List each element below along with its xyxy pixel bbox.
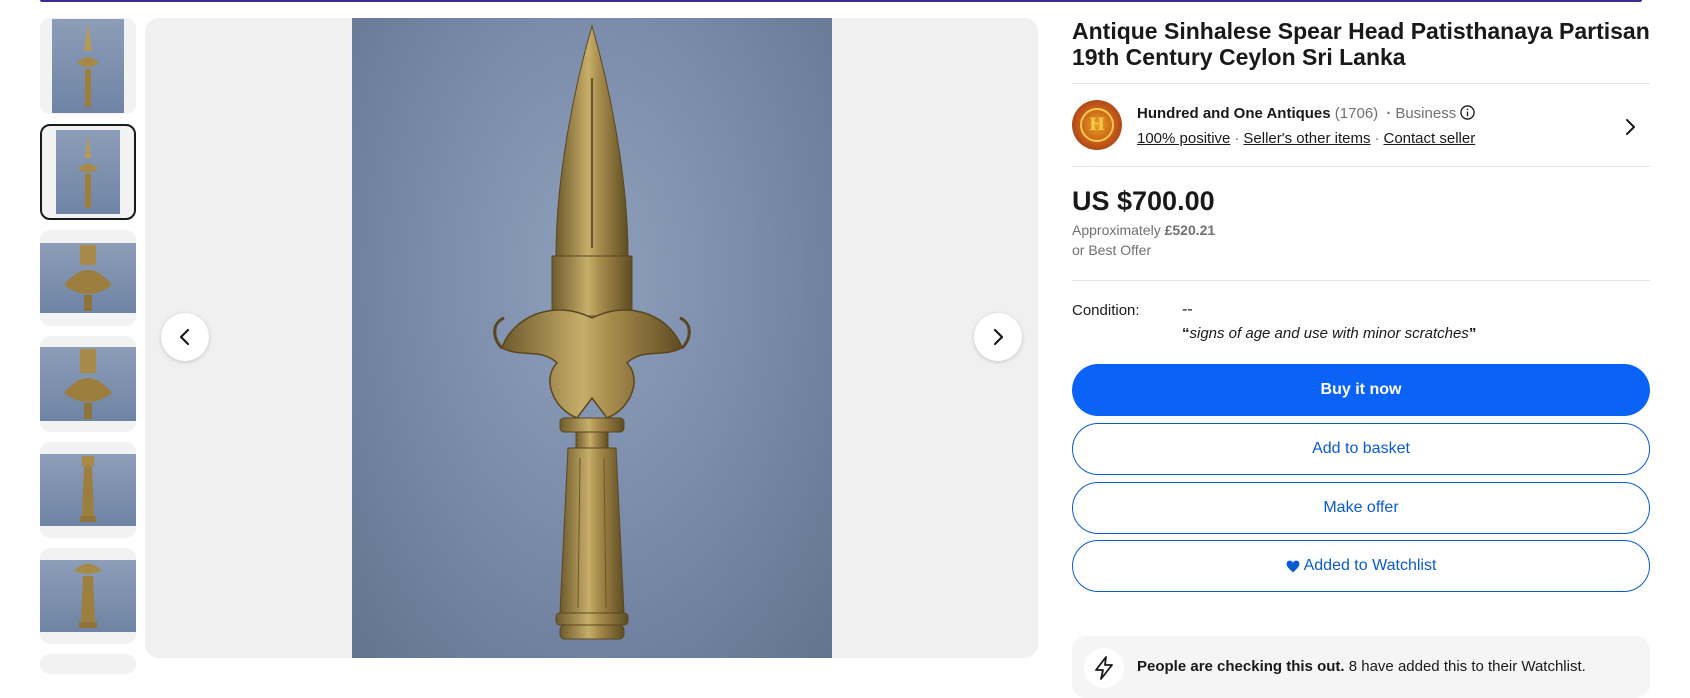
condition-label: Condition: [1072, 302, 1140, 319]
separator-dot: · [1374, 130, 1380, 147]
main-product-image [352, 18, 832, 658]
approx-label: Approximately [1072, 222, 1161, 238]
divider [1072, 166, 1650, 167]
buy-it-now-button[interactable]: Buy it now [1072, 364, 1650, 416]
watchlist-label: Added to Watchlist [1303, 557, 1437, 574]
separator-dot: · [1234, 130, 1240, 147]
seller-avatar-letter: H [1080, 108, 1114, 142]
condition-quote: “signs of age and use with minor scratch… [1182, 325, 1476, 342]
seller-feedback-count: (1706) [1334, 105, 1379, 122]
make-offer-button[interactable]: Make offer [1072, 482, 1650, 534]
open-quote: “ [1182, 325, 1190, 342]
spear-thumb-image [80, 456, 96, 522]
spear-thumb-image [77, 23, 99, 107]
close-quote: ” [1468, 325, 1477, 342]
contact-seller-link[interactable]: Contact seller [1383, 130, 1475, 147]
add-to-basket-button[interactable]: Add to basket [1072, 423, 1650, 475]
seller-name-line: Hundred and One Antiques (1706) · Busines… [1137, 105, 1476, 122]
main-image-viewer[interactable] [145, 18, 1038, 658]
chevron-left-icon [179, 328, 190, 346]
seller-type: Business [1395, 105, 1457, 122]
divider [1072, 280, 1650, 281]
thumbnail-5[interactable] [40, 442, 136, 538]
alert-icon-circle [1084, 648, 1124, 688]
thumbnail-2[interactable] [40, 124, 136, 220]
lightning-icon [1095, 656, 1113, 680]
activity-alert: People are checking this out. 8 have add… [1072, 636, 1650, 698]
thumbnail-1[interactable] [40, 18, 136, 114]
info-icon[interactable] [1460, 105, 1476, 120]
chevron-right-icon[interactable] [1620, 117, 1640, 137]
seller-links: 100% positive · Seller's other items · Conta… [1137, 130, 1475, 147]
next-image-button[interactable] [974, 313, 1022, 361]
spear-thumb-image [74, 564, 102, 628]
spear-thumb-image [64, 245, 112, 311]
thumbnail-4[interactable] [40, 336, 136, 432]
condition-value: -- [1182, 301, 1193, 318]
watchlist-button[interactable]: Added to Watchlist [1072, 540, 1650, 592]
separator-dot: · [1386, 105, 1392, 122]
thumbnail-3[interactable] [40, 230, 136, 326]
price: US $700.00 [1072, 186, 1215, 216]
spear-head-image [493, 24, 691, 640]
spear-thumb-image [78, 134, 98, 208]
listing-title: Antique Sinhalese Spear Head Patisthanay… [1072, 18, 1650, 70]
spear-thumb-image [64, 349, 112, 419]
approx-price: Approximately £520.21 [1072, 222, 1215, 238]
best-offer-text: or Best Offer [1072, 242, 1152, 258]
seller-positive-link[interactable]: 100% positive [1137, 130, 1230, 147]
divider [1072, 83, 1650, 84]
seller-name[interactable]: Hundred and One Antiques [1137, 105, 1331, 122]
seller-card[interactable]: H Hundred and One Antiques (1706) · Busin… [1072, 100, 1650, 168]
approx-value: £520.21 [1164, 222, 1216, 238]
heart-icon [1286, 560, 1300, 572]
thumbnail-7[interactable] [40, 654, 136, 674]
condition-quote-text: signs of age and use with minor scratche… [1189, 325, 1469, 342]
previous-image-button[interactable] [161, 313, 209, 361]
chevron-right-icon [993, 328, 1004, 346]
top-accent-bar [40, 0, 1642, 2]
thumbnail-6[interactable] [40, 548, 136, 644]
listing-details: Antique Sinhalese Spear Head Patisthanay… [1072, 18, 1650, 698]
seller-avatar[interactable]: H [1072, 100, 1122, 150]
seller-other-items-link[interactable]: Seller's other items [1243, 130, 1370, 147]
